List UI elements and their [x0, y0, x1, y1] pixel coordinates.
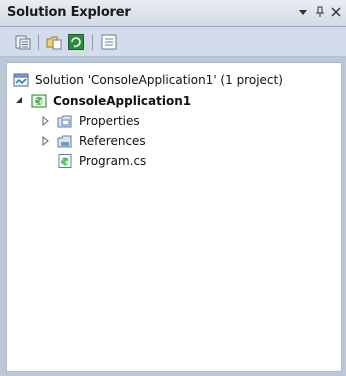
- expand-triangle-icon[interactable]: [39, 135, 51, 147]
- toolbar: [0, 27, 346, 57]
- collapse-triangle-icon[interactable]: [13, 95, 25, 107]
- refresh-icon[interactable]: [67, 33, 85, 51]
- solution-icon: [13, 72, 29, 88]
- tree-item-properties[interactable]: Properties: [39, 111, 140, 131]
- view-code-icon[interactable]: [100, 33, 118, 51]
- window-title: Solution Explorer: [7, 5, 131, 20]
- tree-item-label: Program.cs: [79, 154, 147, 168]
- dropdown-icon[interactable]: [296, 6, 310, 20]
- csharp-file-icon: C#: [57, 153, 73, 169]
- tree-item-program-cs[interactable]: C# Program.cs: [57, 151, 146, 171]
- csharp-project-icon: C#: [31, 93, 47, 109]
- solution-tree: Solution 'ConsoleApplication1' (1 projec…: [6, 62, 342, 372]
- references-folder-icon: [57, 133, 73, 149]
- tree-item-label: References: [79, 134, 146, 148]
- solution-explorer-panel: Solution Explorer Solution 'ConsoleAppli…: [0, 0, 346, 376]
- solution-label: Solution 'ConsoleApplication1' (1 projec…: [35, 73, 283, 87]
- toolbar-separator: [38, 34, 39, 50]
- pin-icon[interactable]: [313, 6, 327, 20]
- tree-item-solution[interactable]: Solution 'ConsoleApplication1' (1 projec…: [13, 70, 283, 90]
- toolbar-separator: [92, 34, 93, 50]
- expand-triangle-icon[interactable]: [39, 115, 51, 127]
- properties-folder-icon: [57, 113, 73, 129]
- svg-text:C#: C#: [60, 159, 71, 167]
- tree-item-project[interactable]: C# ConsoleApplication1: [13, 91, 191, 111]
- svg-text:C#: C#: [34, 98, 45, 106]
- properties-icon[interactable]: [14, 33, 32, 51]
- show-all-files-icon[interactable]: [45, 33, 63, 51]
- tree-item-references[interactable]: References: [39, 131, 146, 151]
- project-label: ConsoleApplication1: [53, 94, 192, 108]
- close-icon[interactable]: [329, 6, 343, 20]
- titlebar: Solution Explorer: [0, 0, 346, 27]
- tree-item-label: Properties: [79, 114, 140, 128]
